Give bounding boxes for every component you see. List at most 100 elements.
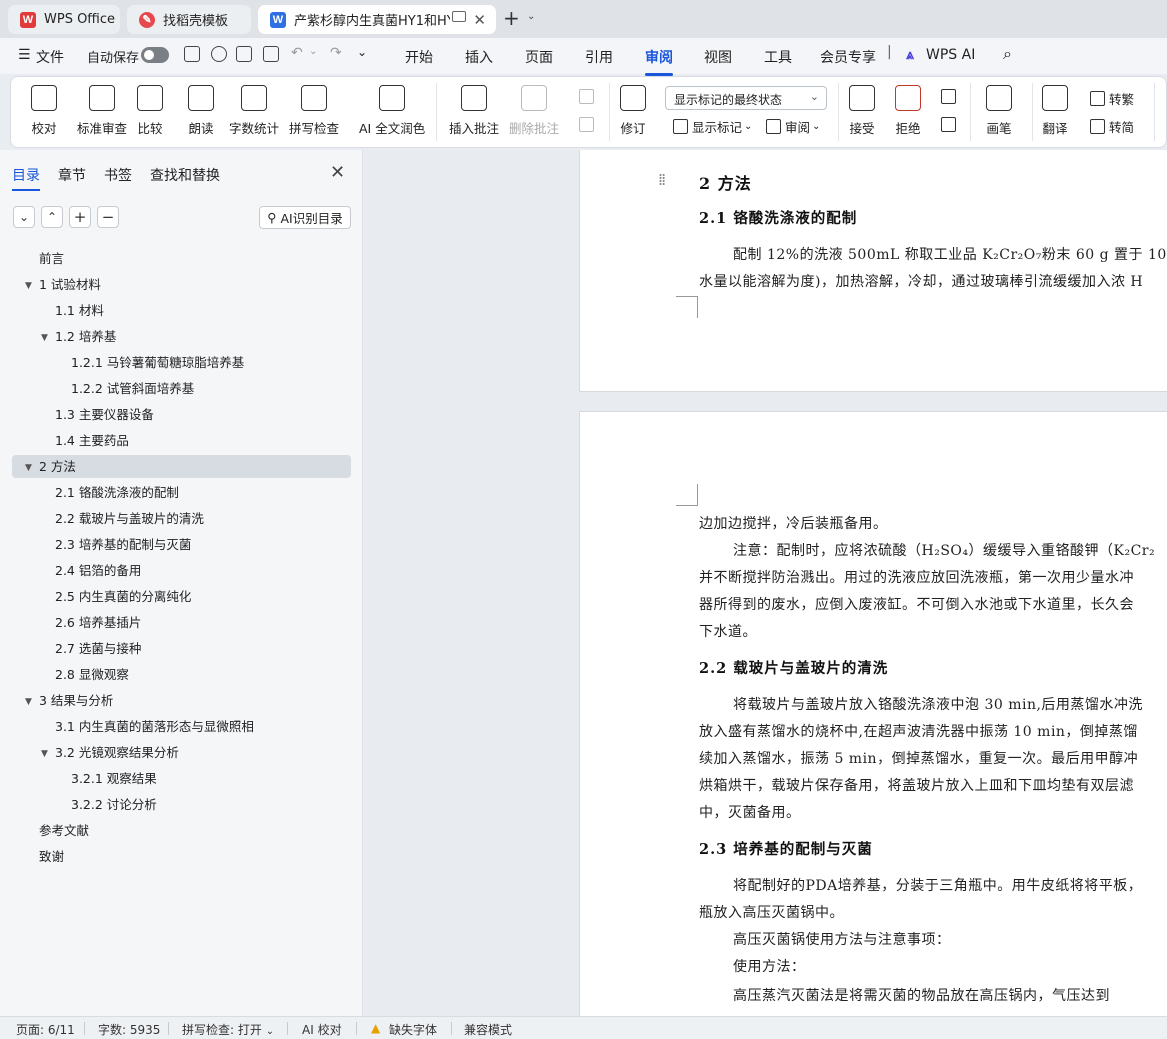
toc-item[interactable]: 2.6 培养基插片	[12, 610, 351, 636]
to-simplified-button[interactable]: 转简	[1090, 117, 1134, 136]
spell-check-button[interactable]: 拼写检查	[289, 85, 339, 137]
menu-references[interactable]: 引用	[585, 47, 613, 67]
screen-icon[interactable]	[452, 11, 466, 22]
toc-item[interactable]: 2.2 载玻片与盖玻片的清洗	[12, 506, 351, 532]
toc-item[interactable]: 3.2.2 讨论分析	[12, 792, 351, 818]
show-markup-button[interactable]: 显示标记 ⌄	[673, 117, 752, 136]
spell-check-indicator[interactable]: 拼写检查: 打开 ⌄	[182, 1021, 274, 1038]
print-preview-icon[interactable]	[263, 46, 279, 62]
toc-item[interactable]: 致谢	[12, 844, 351, 870]
redo-icon[interactable]: ↷	[330, 45, 342, 61]
print-icon[interactable]	[236, 46, 252, 62]
to-traditional-button[interactable]: 转繁	[1090, 89, 1134, 108]
menu-tools[interactable]: 工具	[764, 47, 792, 67]
menu-member[interactable]: 会员专享	[820, 47, 876, 67]
toc-item[interactable]: 2.8 显微观察	[12, 662, 351, 688]
collapse-all-button[interactable]: ⌄	[13, 206, 35, 228]
hamburger-icon[interactable]: ☰	[18, 47, 31, 63]
status-label: 拼写检查: 打开	[182, 1023, 262, 1037]
undo-icon[interactable]: ↶	[291, 45, 303, 61]
tab-find-replace[interactable]: 查找和替换	[150, 165, 220, 185]
select-value: 显示标记的最终状态	[674, 93, 783, 107]
word-count-indicator[interactable]: 字数: 5935	[98, 1021, 160, 1038]
tab-document[interactable]: W 产紫杉醇内生真菌HY1和HY2 ✕	[258, 5, 496, 34]
next-comment-button[interactable]	[579, 117, 598, 132]
insert-comment-button[interactable]: 插入批注	[449, 85, 499, 137]
close-pane-icon[interactable]: ✕	[330, 162, 345, 183]
missing-font-indicator[interactable]: 缺失字体	[389, 1021, 437, 1038]
chevron-down-icon[interactable]: ⌄	[527, 11, 535, 22]
proofread-button[interactable]: 校对	[31, 85, 57, 137]
menu-file[interactable]: 文件	[36, 47, 64, 67]
tab-toc[interactable]: 目录	[12, 165, 40, 191]
read-aloud-button[interactable]: 朗读	[188, 85, 214, 137]
expand-up-button[interactable]: ⌃	[41, 206, 63, 228]
toc-item[interactable]: 1.4 主要药品	[12, 428, 351, 454]
toc-item[interactable]: 3.1 内生真菌的菌落形态与显微照相	[12, 714, 351, 740]
toc-item[interactable]: 1 试验材料	[12, 272, 351, 298]
menu-review[interactable]: 审阅	[645, 47, 673, 76]
autosave-toggle[interactable]	[141, 47, 169, 63]
caret-down-icon[interactable]: ▼	[25, 463, 32, 473]
ai-proofread-indicator[interactable]: AI 校对	[302, 1021, 342, 1038]
toc-item-label: 前言	[39, 251, 65, 266]
button-label: 画笔	[986, 121, 1012, 136]
toc-item[interactable]: 2.1 铬酸洗涤液的配制	[12, 480, 351, 506]
word-count-button[interactable]: 字数统计	[229, 85, 279, 137]
tab-wps-office[interactable]: W WPS Office	[8, 5, 120, 34]
toc-item[interactable]: 1.2.1 马铃薯葡萄糖琼脂培养基	[12, 350, 351, 376]
new-tab-icon[interactable]: +	[503, 8, 520, 28]
ai-toc-button[interactable]: ⚲ AI识别目录	[259, 206, 351, 229]
toc-item[interactable]: 3.2.1 观察结果	[12, 766, 351, 792]
review-pane-button[interactable]: 审阅 ⌄	[766, 117, 820, 136]
save-icon[interactable]	[184, 46, 200, 62]
close-tab-icon[interactable]: ✕	[473, 11, 486, 29]
accept-button[interactable]: 接受	[849, 85, 875, 137]
menu-view[interactable]: 视图	[704, 47, 732, 67]
prev-comment-button[interactable]	[579, 89, 598, 104]
toc-item[interactable]: 3.2 光镜观察结果分析	[12, 740, 351, 766]
toc-item[interactable]: 2.3 培养基的配制与灭菌	[12, 532, 351, 558]
menu-insert[interactable]: 插入	[465, 47, 493, 67]
toc-item[interactable]: 1.1 材料	[12, 298, 351, 324]
document-canvas[interactable]: ⁞⁞ 2 方法 2.1 铬酸洗涤液的配制 配制 12%的洗液 500mL 称取工…	[364, 150, 1167, 1016]
tab-bookmarks[interactable]: 书签	[104, 165, 132, 185]
page-indicator[interactable]: 页面: 6/11	[16, 1021, 75, 1038]
undo-dropdown-icon[interactable]: ⌄	[309, 46, 317, 57]
prev-change-button[interactable]	[941, 89, 960, 104]
toc-item-selected[interactable]: 2 方法	[12, 455, 351, 478]
remove-heading-button[interactable]: −	[97, 206, 119, 228]
delete-comment-button[interactable]: 删除批注	[509, 85, 559, 137]
toc-item[interactable]: 2.7 选菌与接种	[12, 636, 351, 662]
menu-wps-ai[interactable]: WPS AI	[926, 47, 975, 63]
tab-docer-templates[interactable]: ✎ 找稻壳模板	[127, 5, 251, 34]
toc-item-label: 1.4 主要药品	[55, 433, 129, 448]
toc-item[interactable]: 参考文献	[12, 818, 351, 844]
menu-page[interactable]: 页面	[525, 47, 553, 67]
link-icon[interactable]	[211, 46, 227, 62]
ai-polish-button[interactable]: AI 全文润色	[359, 85, 425, 137]
add-heading-button[interactable]: +	[69, 206, 91, 228]
toc-item[interactable]: 3 结果与分析	[12, 688, 351, 714]
drag-handle-icon[interactable]: ⁞⁞	[658, 170, 666, 189]
toc-item[interactable]: 1.2 培养基	[12, 324, 351, 350]
standard-review-button[interactable]: 标准审查	[77, 85, 127, 137]
pen-button[interactable]: 画笔	[986, 85, 1012, 137]
next-change-button[interactable]	[941, 117, 960, 132]
tab-chapters[interactable]: 章节	[58, 165, 86, 185]
toc-item[interactable]: 1.2.2 试管斜面培养基	[12, 376, 351, 402]
translate-button[interactable]: 翻译	[1042, 85, 1068, 137]
compare-button[interactable]: 比较	[137, 85, 163, 137]
toc-item[interactable]: 2.5 内生真菌的分离纯化	[12, 584, 351, 610]
reject-button[interactable]: 拒绝	[895, 85, 921, 137]
traditional-icon	[1090, 91, 1105, 106]
search-icon[interactable]: ⌕	[1003, 44, 1012, 64]
toc-item[interactable]: 2.4 铝箔的备用	[12, 558, 351, 584]
button-label: 校对	[31, 121, 57, 136]
more-chevron-icon[interactable]: ⌄	[357, 45, 367, 59]
track-changes-button[interactable]: 修订	[620, 85, 646, 137]
markup-state-select[interactable]: 显示标记的最终状态 ⌄	[665, 86, 827, 110]
toc-item[interactable]: 前言	[12, 246, 351, 272]
toc-item[interactable]: 1.3 主要仪器设备	[12, 402, 351, 428]
menu-home[interactable]: 开始	[405, 47, 433, 67]
